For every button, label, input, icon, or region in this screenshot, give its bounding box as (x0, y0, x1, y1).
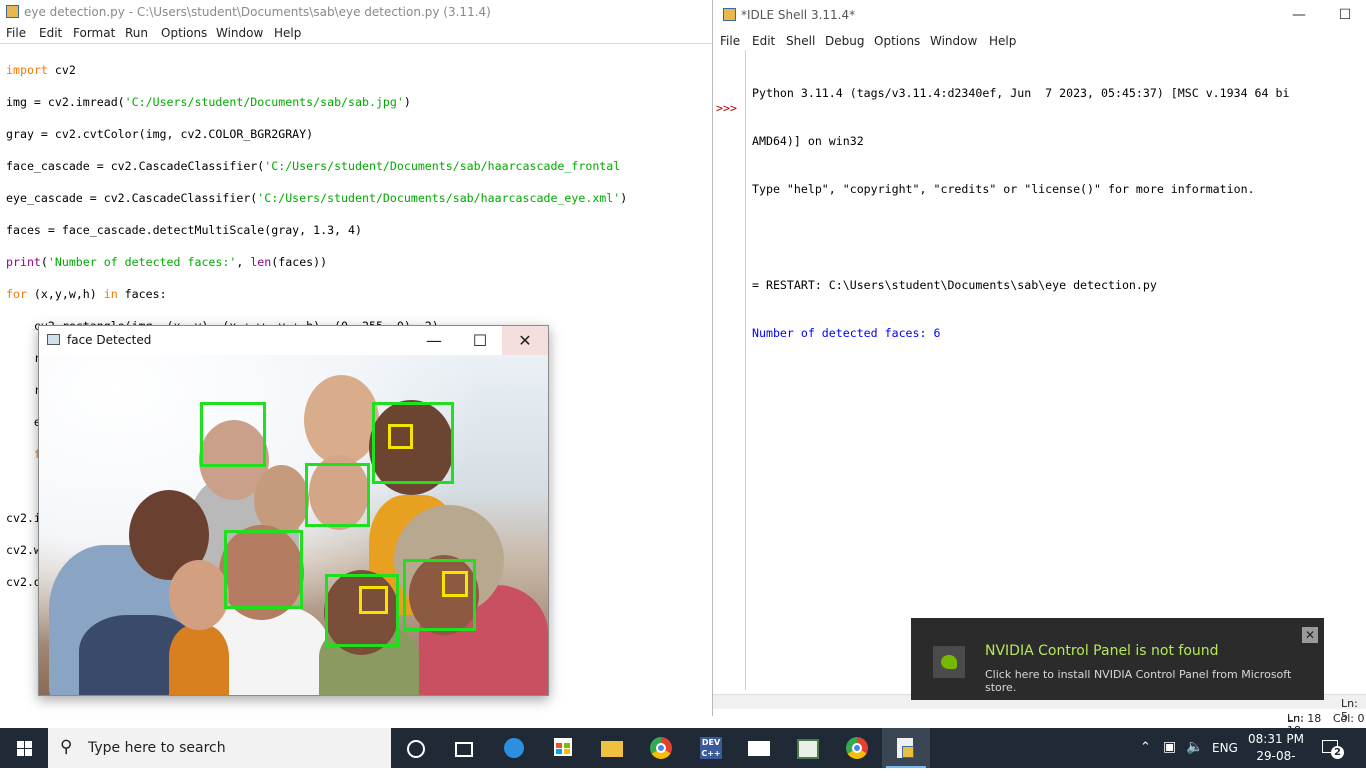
cv-close-button[interactable]: ✕ (502, 326, 548, 355)
menu-format[interactable]: Format (73, 26, 115, 40)
nvidia-icon (933, 646, 965, 678)
network-icon[interactable]: ▣ (1163, 739, 1176, 779)
search-placeholder: Type here to search (88, 740, 226, 756)
toast-title: NVIDIA Control Panel is not found (985, 643, 1219, 659)
menu-divider (0, 43, 712, 44)
menu-window[interactable]: Window (216, 26, 263, 40)
language-indicator[interactable]: ENG (1212, 741, 1238, 781)
windows-logo-icon (17, 741, 32, 756)
code-line: img = cv2.imread('C:/Users/student/Docum… (6, 95, 411, 109)
task-view-icon[interactable] (440, 728, 488, 768)
menu-options[interactable]: Options (161, 26, 207, 40)
chrome-icon[interactable] (637, 728, 685, 768)
face-detection-box (305, 463, 370, 527)
cv-window-title: face Detected (67, 333, 152, 347)
shell-menu-file[interactable]: File (720, 34, 740, 48)
editor-status-position: Ln: 18 Col: 0 (1287, 712, 1364, 725)
shell-menu-shell[interactable]: Shell (786, 34, 815, 48)
shell-menu-options[interactable]: Options (874, 34, 920, 48)
shell-menu-window[interactable]: Window (930, 34, 977, 48)
mail-icon[interactable] (735, 728, 783, 768)
editor-status-col: Col: 0 (1332, 712, 1365, 725)
eye-detection-box (359, 586, 388, 614)
code-line: gray = cv2.cvtColor(img, cv2.COLOR_BGR2G… (6, 127, 314, 141)
code-line: print('Number of detected faces:', len(f… (6, 255, 328, 269)
opencv-image-window: face Detected — ☐ ✕ (38, 325, 549, 696)
shell-menu-edit[interactable]: Edit (752, 34, 775, 48)
code-line: faces = face_cascade.detectMultiScale(gr… (6, 223, 362, 237)
idle-shell-window: *IDLE Shell 3.11.4* — ☐ File Edit Shell … (712, 0, 1366, 723)
cortana-icon[interactable] (392, 728, 440, 768)
python-idle-icon[interactable] (882, 728, 930, 768)
chrome-icon[interactable] (833, 728, 881, 768)
face-detection-box (224, 530, 303, 609)
editor-title: eye detection.py - C:\Users\student\Docu… (24, 5, 491, 19)
code-line: import cv2 (6, 63, 76, 77)
shell-prompt-gutter (713, 50, 746, 690)
menu-run[interactable]: Run (125, 26, 148, 40)
idle-file-icon (6, 5, 19, 18)
face-detection-box (200, 402, 266, 467)
cv-minimize-button[interactable]: — (411, 326, 457, 355)
idle-shell-icon (723, 8, 736, 21)
eye-detection-box (388, 424, 413, 449)
toast-body: Click here to install NVIDIA Control Pan… (985, 668, 1292, 694)
clock-date: 29-08-2023 (1256, 749, 1296, 780)
maximize-button[interactable]: ☐ (1325, 4, 1365, 26)
code-line: for (x,y,w,h) in faces: (6, 287, 167, 301)
code-line: eye_cascade = cv2.CascadeClassifier('C:/… (6, 191, 628, 205)
store-icon[interactable] (539, 728, 587, 768)
shell-menu-help[interactable]: Help (989, 34, 1016, 48)
windows-taskbar: ⚲ Type here to search DEV C++ ⌃ ▣ 🔈 ENG … (0, 728, 1366, 780)
file-explorer-icon[interactable] (588, 728, 636, 768)
dev-cpp-icon[interactable]: DEV C++ (687, 728, 735, 768)
editor-title-bar[interactable]: eye detection.py - C:\Users\student\Docu… (0, 0, 712, 24)
shell-line: = RESTART: C:\Users\student\Documents\sa… (752, 278, 1157, 292)
editor-status-ln: Ln: 18 (1287, 712, 1322, 725)
nvidia-notification-toast[interactable]: NVIDIA Control Panel is not found Click … (911, 618, 1324, 700)
cv-maximize-button[interactable]: ☐ (457, 326, 503, 355)
shell-line: Type "help", "copyright", "credits" or "… (752, 182, 1255, 196)
menu-edit[interactable]: Edit (39, 26, 62, 40)
window-icon (47, 334, 60, 345)
toast-close-button[interactable]: ✕ (1302, 627, 1318, 643)
notification-badge: 2 (1331, 746, 1344, 759)
edge-icon[interactable] (490, 728, 538, 768)
face-detection-box (372, 402, 454, 484)
detected-faces-image (39, 355, 548, 695)
menu-file[interactable]: File (6, 26, 26, 40)
action-center-button[interactable]: 2 (1322, 738, 1344, 759)
search-icon: ⚲ (60, 737, 73, 757)
menu-help[interactable]: Help (274, 26, 301, 40)
show-hidden-icons-chevron-icon[interactable]: ⌃ (1140, 740, 1151, 780)
notepad-icon[interactable] (784, 728, 832, 768)
shell-menu-debug[interactable]: Debug (825, 34, 864, 48)
shell-output[interactable]: Python 3.11.4 (tags/v3.11.4:d2340ef, Jun… (752, 53, 1289, 373)
volume-muted-icon[interactable]: 🔈 (1186, 739, 1203, 779)
shell-output-line: Number of detected faces: 6 (752, 326, 941, 340)
shell-prompt: >>> (716, 101, 737, 115)
shell-line: AMD64)] on win32 (752, 134, 864, 148)
clock-time: 08:31 PM (1248, 732, 1304, 746)
taskbar-clock[interactable]: 08:31 PM 29-08-2023 (1246, 731, 1306, 782)
shell-title-bar[interactable]: *IDLE Shell 3.11.4* — ☐ (713, 0, 1366, 32)
shell-line: Python 3.11.4 (tags/v3.11.4:d2340ef, Jun… (752, 86, 1290, 100)
minimize-button[interactable]: — (1279, 4, 1319, 26)
shell-title: *IDLE Shell 3.11.4* (741, 8, 856, 22)
cv-title-bar[interactable]: face Detected — ☐ ✕ (39, 326, 548, 355)
taskbar-search-box[interactable]: ⚲ Type here to search (48, 728, 391, 768)
start-button[interactable] (0, 728, 48, 768)
code-line: face_cascade = cv2.CascadeClassifier('C:… (6, 159, 621, 173)
eye-detection-box (442, 571, 468, 597)
